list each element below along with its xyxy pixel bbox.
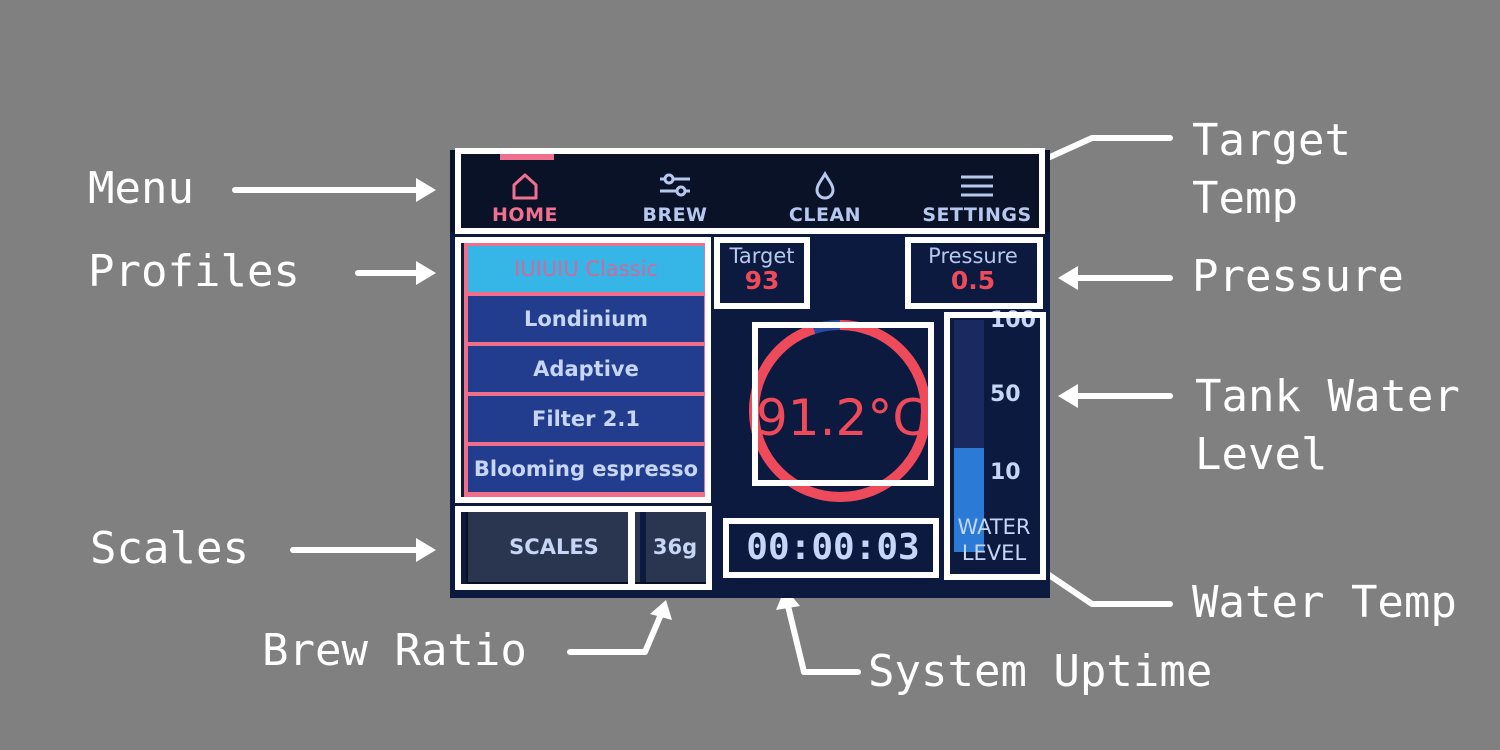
profiles-list: IUIUIU Classic Londinium Adaptive Filter…	[464, 242, 708, 497]
pressure-label: Pressure	[928, 244, 1018, 268]
tank-label: WATER LEVEL	[948, 514, 1040, 566]
device-screen: HOME BREW CLEAN SETTINGS IUIUIU Classic …	[450, 150, 1050, 598]
callout-tank-water-level: Tank Water Level	[1195, 371, 1460, 480]
profile-item[interactable]: Adaptive	[468, 346, 704, 392]
pressure-value: 0.5	[950, 266, 996, 295]
tank-tick-10: 10	[990, 460, 1021, 485]
water-temp-value: 91.2°C	[756, 389, 928, 447]
tank-label-line2: LEVEL	[961, 541, 1027, 565]
scales-button[interactable]: SCALES	[474, 518, 634, 576]
system-uptime: 00:00:03	[746, 527, 920, 568]
menu-lines-icon	[959, 167, 995, 201]
arrow-uptime	[785, 603, 861, 675]
callout-brew-ratio: Brew Ratio	[262, 625, 527, 676]
profile-item[interactable]: Blooming espresso	[468, 446, 704, 492]
callout-scales: Scales	[90, 523, 249, 574]
tank-water-level: 100 50 10 WATER LEVEL	[948, 308, 1040, 576]
scales-panel: SCALES 36g	[466, 510, 708, 584]
tab-brew[interactable]: BREW	[610, 150, 740, 232]
callout-pressure: Pressure	[1192, 251, 1404, 302]
tab-clean-label: CLEAN	[788, 204, 862, 226]
tank-tick-50: 50	[990, 382, 1021, 407]
home-icon	[510, 167, 540, 201]
tank-label-line1: WATER	[957, 515, 1031, 539]
profile-item[interactable]: Londinium	[468, 296, 704, 342]
callout-menu: Menu	[88, 163, 194, 214]
tab-home-label: HOME	[492, 204, 558, 226]
tab-settings-label: SETTINGS	[922, 204, 1032, 226]
tank-tick-100: 100	[990, 308, 1036, 333]
droplet-icon	[813, 167, 837, 201]
arrow-brew-ratio	[567, 609, 665, 655]
target-label: Target	[729, 244, 795, 268]
tab-settings[interactable]: SETTINGS	[912, 150, 1042, 232]
callout-profiles: Profiles	[88, 246, 300, 297]
callout-system-uptime: System Uptime	[868, 646, 1213, 697]
pressure-display: Pressure 0.5	[906, 240, 1040, 306]
tab-home[interactable]: HOME	[460, 150, 590, 232]
tab-brew-label: BREW	[642, 204, 708, 226]
tab-clean[interactable]: CLEAN	[760, 150, 890, 232]
profile-item[interactable]: IUIUIU Classic	[468, 246, 704, 292]
top-menu: HOME BREW CLEAN SETTINGS	[450, 150, 1050, 232]
callout-water-temp: Water Temp	[1192, 577, 1457, 628]
profile-item[interactable]: Filter 2.1	[468, 396, 704, 442]
brew-ratio-value: 36g	[652, 535, 698, 559]
target-temp-display: Target 93	[716, 240, 808, 306]
callout-target-temp: Target Temp	[1192, 115, 1351, 224]
target-value: 93	[744, 266, 780, 295]
sliders-icon	[658, 167, 692, 201]
